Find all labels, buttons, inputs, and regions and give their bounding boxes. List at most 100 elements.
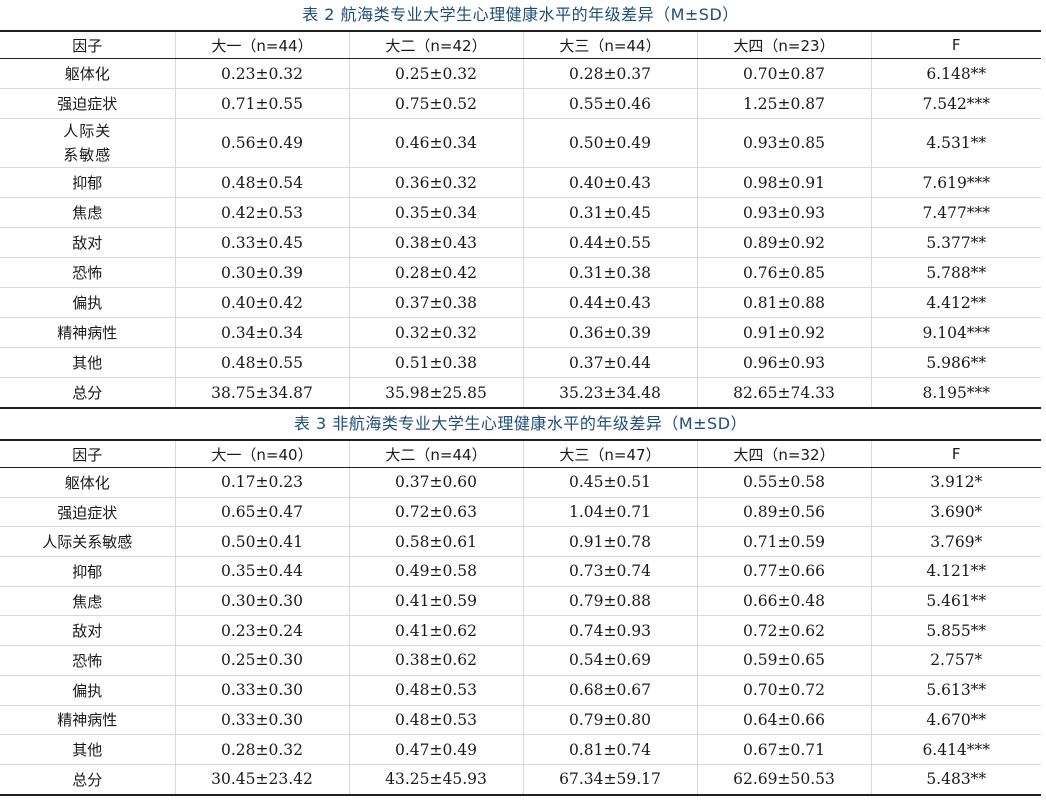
year1-cell: 0.17±0.23 [174, 467, 349, 498]
year2-cell: 0.75±0.52 [348, 88, 523, 119]
year2-cell: 0.38±0.62 [348, 645, 523, 676]
header-year2: 大二（n=44） [348, 439, 523, 468]
header-year4: 大四（n=32） [696, 439, 871, 468]
year3-cell: 0.40±0.43 [522, 167, 697, 198]
table-row: 躯体化 0.17±0.23 0.37±0.60 0.45±0.51 0.55±0.58 3… [0, 467, 1041, 498]
year2-cell: 0.36±0.32 [348, 167, 523, 198]
year4-cell: 0.98±0.91 [696, 167, 871, 198]
header-factor: 因子 [0, 30, 175, 59]
table-row: 总分 38.75±34.87 35.98±25.85 35.23±34.48 82.65… [0, 377, 1041, 409]
year3-cell: 35.23±34.48 [522, 377, 697, 409]
year4-cell: 82.65±74.33 [696, 377, 871, 409]
year1-cell: 0.65±0.47 [174, 497, 349, 528]
year4-cell: 0.64±0.66 [696, 705, 871, 736]
f-value-cell: 4.412** [870, 287, 1041, 318]
year1-cell: 0.30±0.30 [174, 586, 349, 617]
table-3-caption: 表 3 非航海类专业大学生心理健康水平的年级差异（M±SD） [293, 414, 748, 433]
year1-cell: 0.48±0.55 [174, 347, 349, 378]
f-value-cell: 6.414*** [870, 734, 1041, 765]
factor-cell: 恐怖 [0, 257, 175, 288]
year1-cell: 0.30±0.39 [174, 257, 349, 288]
year2-cell: 43.25±45.93 [348, 764, 523, 796]
table-row: 恐怖 0.30±0.39 0.28±0.42 0.31±0.38 0.76±0.85 5.… [0, 257, 1041, 288]
table-header-row: 因子 大一（n=40） 大二（n=44） 大三（n=47） 大四（n=32） F [0, 439, 1041, 468]
year3-cell: 0.81±0.74 [522, 734, 697, 765]
year1-cell: 0.28±0.32 [174, 734, 349, 765]
year2-cell: 0.35±0.34 [348, 197, 523, 228]
table-row: 其他 0.28±0.32 0.47±0.49 0.81±0.74 0.67±0.71 6.… [0, 734, 1041, 765]
year1-cell: 0.35±0.44 [174, 556, 349, 587]
year3-cell: 0.45±0.51 [522, 467, 697, 498]
f-value-cell: 9.104*** [870, 317, 1041, 348]
year3-cell: 0.37±0.44 [522, 347, 697, 378]
factor-cell: 躯体化 [0, 58, 175, 89]
factor-cell: 精神病性 [0, 705, 175, 736]
header-year1: 大一（n=40） [174, 439, 349, 468]
year4-cell: 0.77±0.66 [696, 556, 871, 587]
year1-cell: 30.45±23.42 [174, 764, 349, 796]
f-value-cell: 7.477*** [870, 197, 1041, 228]
factor-cell: 总分 [0, 377, 175, 409]
f-value-cell: 3.690* [870, 497, 1041, 528]
factor-cell: 强迫症状 [0, 88, 175, 119]
table-row: 其他 0.48±0.55 0.51±0.38 0.37±0.44 0.96±0.93 5.… [0, 347, 1041, 378]
table-row: 强迫症状 0.71±0.55 0.75±0.52 0.55±0.46 1.25±0.87… [0, 88, 1041, 119]
f-value-cell: 5.986** [870, 347, 1041, 378]
table-row: 抑郁 0.35±0.44 0.49±0.58 0.73±0.74 0.77±0.66 4.… [0, 556, 1041, 587]
factor-cell: 敌对 [0, 227, 175, 258]
table-row: 敌对 0.33±0.45 0.38±0.43 0.44±0.55 0.89±0.92 5.… [0, 227, 1041, 258]
year1-cell: 0.23±0.24 [174, 615, 349, 647]
f-value-cell: 2.757* [870, 645, 1041, 676]
year3-cell: 0.91±0.78 [522, 526, 697, 558]
table-row: 焦虑 0.30±0.30 0.41±0.59 0.79±0.88 0.66±0.48 5.… [0, 586, 1041, 617]
year2-cell: 0.32±0.32 [348, 317, 523, 348]
year3-cell: 0.44±0.43 [522, 287, 697, 318]
year2-cell: 0.28±0.42 [348, 257, 523, 288]
factor-cell: 焦虑 [0, 586, 175, 617]
f-value-cell: 6.148** [870, 58, 1041, 89]
year1-cell: 38.75±34.87 [174, 377, 349, 409]
document-page: 表 2 航海类专业大学生心理健康水平的年级差异（M±SD） 因子 大一（n=44… [0, 0, 1041, 796]
year1-cell: 0.34±0.34 [174, 317, 349, 348]
f-value-cell: 3.912* [870, 467, 1041, 498]
f-value-cell: 4.670** [870, 705, 1041, 736]
year4-cell: 0.55±0.58 [696, 467, 871, 498]
year4-cell: 62.69±50.53 [696, 764, 871, 796]
f-value-cell: 5.855** [870, 615, 1041, 647]
header-factor: 因子 [0, 439, 175, 468]
f-value-cell: 5.377** [870, 227, 1041, 258]
year2-cell: 0.58±0.61 [348, 526, 523, 558]
year1-cell: 0.33±0.45 [174, 227, 349, 258]
year1-cell: 0.56±0.49 [174, 118, 349, 168]
year2-cell: 0.49±0.58 [348, 556, 523, 587]
year4-cell: 0.72±0.62 [696, 615, 871, 647]
table-row: 偏执 0.40±0.42 0.37±0.38 0.44±0.43 0.81±0.88 4.… [0, 287, 1041, 318]
f-value-cell: 5.461** [870, 586, 1041, 617]
table-row: 精神病性 0.34±0.34 0.32±0.32 0.36±0.39 0.91±0.92… [0, 317, 1041, 348]
year1-cell: 0.33±0.30 [174, 675, 349, 706]
year3-cell: 0.54±0.69 [522, 645, 697, 676]
factor-cell: 偏执 [0, 287, 175, 318]
header-f: F [870, 30, 1041, 59]
year2-cell: 0.48±0.53 [348, 705, 523, 736]
year1-cell: 0.40±0.42 [174, 287, 349, 318]
year2-cell: 0.46±0.34 [348, 118, 523, 168]
year3-cell: 0.73±0.74 [522, 556, 697, 587]
year4-cell: 0.93±0.93 [696, 197, 871, 228]
table-2: 因子 大一（n=44） 大二（n=42） 大三（n=44） 大四（n=23） F… [0, 30, 1041, 409]
factor-cell: 总分 [0, 764, 175, 796]
year2-cell: 0.37±0.60 [348, 467, 523, 498]
table-row: 敌对 0.23±0.24 0.41±0.62 0.74±0.93 0.72±0.62 5.… [0, 615, 1041, 647]
year2-cell: 0.41±0.59 [348, 586, 523, 617]
year3-cell: 0.36±0.39 [522, 317, 697, 348]
factor-cell: 焦虑 [0, 197, 175, 228]
year4-cell: 0.71±0.59 [696, 526, 871, 558]
table-row: 焦虑 0.42±0.53 0.35±0.34 0.31±0.45 0.93±0.93 7.… [0, 197, 1041, 228]
factor-cell: 敌对 [0, 615, 175, 647]
year2-cell: 0.72±0.63 [348, 497, 523, 528]
factor-cell: 偏执 [0, 675, 175, 706]
year2-cell: 0.47±0.49 [348, 734, 523, 765]
f-value-cell: 7.542*** [870, 88, 1041, 119]
year3-cell: 0.31±0.45 [522, 197, 697, 228]
table-3: 因子 大一（n=40） 大二（n=44） 大三（n=47） 大四（n=32） F… [0, 439, 1041, 796]
